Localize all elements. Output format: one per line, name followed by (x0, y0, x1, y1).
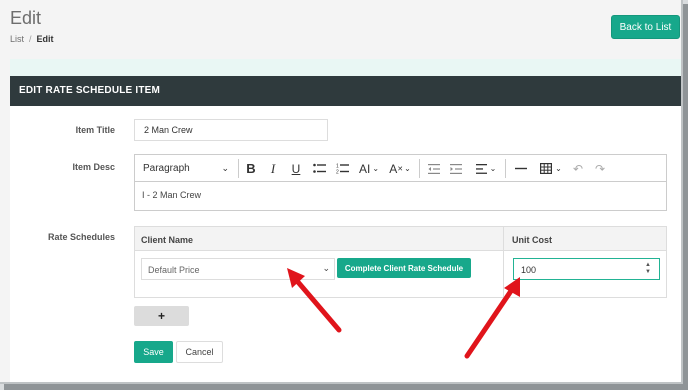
table-icon[interactable]: ⌄ (536, 155, 566, 182)
complete-client-rate-schedule-button[interactable]: Complete Client Rate Schedule (337, 258, 471, 278)
client-name-header: Client Name (141, 235, 194, 245)
breadcrumb-list-link[interactable]: List (10, 34, 24, 44)
toolbar-divider (505, 159, 506, 178)
toolbar-divider (238, 159, 239, 178)
text-style-icon[interactable]: A ✕ ⌄ (386, 155, 414, 182)
frame-shadow-right (683, 4, 688, 390)
breadcrumb-current: Edit (36, 34, 54, 44)
toolbar-divider (419, 159, 420, 178)
client-select[interactable]: Default Price ⌄ (141, 258, 335, 280)
align-icon[interactable]: ⌄ (472, 155, 500, 182)
unit-cost-input[interactable]: 100 ▲ ▼ (513, 258, 660, 280)
save-button[interactable]: Save (134, 341, 173, 363)
indent-icon[interactable] (447, 155, 465, 182)
paragraph-style-label: Paragraph (143, 163, 190, 174)
numbered-list-icon[interactable]: 12 (333, 155, 351, 182)
paragraph-style-dropdown[interactable]: Paragraph ⌄ (143, 155, 233, 182)
italic-icon[interactable]: I (264, 155, 282, 182)
rate-schedules-label: Rate Schedules (47, 232, 115, 242)
back-to-list-button[interactable]: Back to List (611, 15, 680, 39)
cancel-button[interactable]: Cancel (176, 341, 223, 363)
unit-cost-header: Unit Cost (512, 235, 552, 245)
header-strip (10, 59, 681, 76)
editor-toolbar: Paragraph ⌄ B I U 12 AI ⌄ A ✕ ⌄ ⌄ ⌄ ↶ ↷ (135, 155, 666, 182)
page-frame: Edit List / Edit Back to List EDIT RATE SC… (0, 0, 683, 384)
rich-text-editor: Paragraph ⌄ B I U 12 AI ⌄ A ✕ ⌄ ⌄ ⌄ ↶ ↷ … (134, 154, 667, 211)
client-select-value: Default Price (148, 265, 200, 275)
bulleted-list-icon[interactable] (310, 155, 328, 182)
editor-content[interactable]: I - 2 Man Crew (135, 182, 666, 208)
horizontal-line-icon[interactable] (512, 155, 530, 182)
rate-table-header: Client Name Unit Cost (135, 227, 666, 251)
outdent-icon[interactable] (425, 155, 443, 182)
page-title: Edit (10, 8, 42, 28)
chevron-down-icon: ⌄ (322, 263, 330, 273)
frame-shadow-bottom (4, 384, 688, 390)
item-title-input[interactable]: 2 Man Crew (134, 119, 328, 141)
item-desc-label: Item Desc (72, 162, 115, 172)
bold-icon[interactable]: B (242, 155, 260, 182)
card-title: EDIT RATE SCHEDULE ITEM (10, 76, 681, 106)
column-divider (503, 227, 504, 298)
rate-schedule-table: Client Name Unit Cost Default Price ⌄ Co… (134, 226, 667, 298)
breadcrumb-separator: / (29, 34, 32, 44)
font-size-icon[interactable]: AI ⌄ (356, 155, 382, 182)
number-spinner-icon[interactable]: ▲ ▼ (645, 262, 651, 276)
chevron-down-icon: ⌄ (221, 163, 229, 173)
add-rate-row-button[interactable]: + (134, 306, 189, 326)
unit-cost-value: 100 (521, 265, 537, 275)
edit-card: EDIT RATE SCHEDULE ITEM Item Title 2 Man… (10, 76, 681, 382)
breadcrumb: List / Edit (10, 34, 54, 44)
item-title-label: Item Title (75, 125, 115, 135)
svg-text:2: 2 (336, 170, 339, 175)
redo-icon[interactable]: ↷ (591, 155, 609, 182)
undo-icon[interactable]: ↶ (569, 155, 587, 182)
underline-icon[interactable]: U (287, 155, 305, 182)
